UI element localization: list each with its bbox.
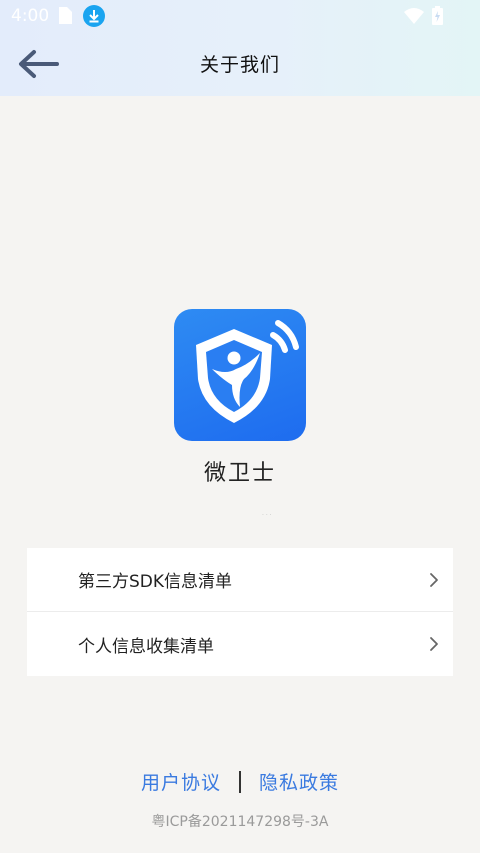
status-time: 4:00 [11,6,50,26]
download-icon [83,5,105,31]
sim-card-icon [59,7,72,28]
page-title: 关于我们 [199,54,280,76]
wifi-icon [404,7,424,28]
tiny-text: · · · [262,512,272,519]
menu-item-third-party-sdk[interactable]: 第三方SDK信息清单 [27,548,453,612]
menu-item-label: 第三方SDK信息清单 [78,572,233,592]
separator [239,770,241,793]
menu-card: 第三方SDK信息清单 个人信息收集清单 [27,548,453,676]
chevron-right-icon [429,572,439,592]
chevron-right-icon [429,636,439,656]
menu-item-personal-info[interactable]: 个人信息收集清单 [27,612,453,676]
app-name: 微卫士 [203,461,276,486]
icp-number: 粤ICP备2021147298号-3A [151,814,329,830]
shield-icon [196,320,299,423]
battery-icon [432,6,443,29]
privacy-policy-link[interactable]: 隐私政策 [259,768,339,795]
menu-item-label: 个人信息收集清单 [78,636,214,657]
app-logo [174,309,306,441]
user-agreement-link[interactable]: 用户协议 [141,768,221,795]
status-bar: 4:00 [0,0,480,32]
footer-links: 用户协议 隐私政策 [0,768,480,795]
